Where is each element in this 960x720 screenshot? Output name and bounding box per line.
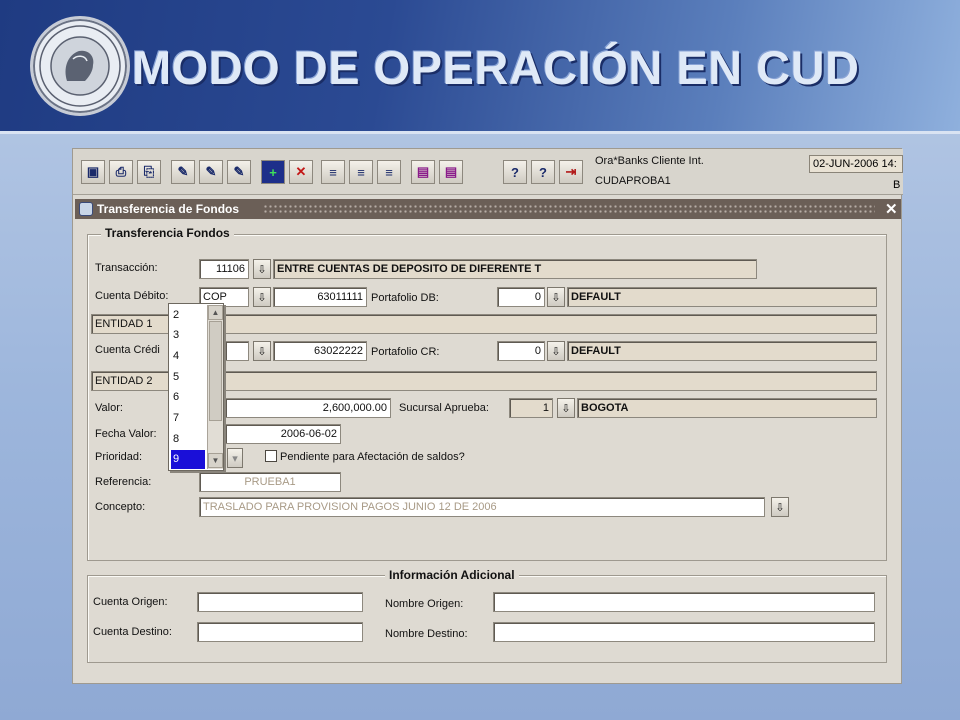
sucursal-lov-button[interactable]: ⇩ [557,398,575,418]
bank-seal-logo [30,16,130,116]
cuenta-debito-label: Cuenta Débito: [95,290,169,302]
concepto-field[interactable]: TRASLADO PARA PROVISION PAGOS JUNIO 12 D… [199,497,765,517]
edit-2-icon[interactable]: ✎ [199,160,223,184]
cuenta-debito-number-field[interactable]: 63011111 [273,287,367,307]
pendiente-checkbox[interactable] [265,450,277,462]
dropdown-option-selected[interactable]: 9 [171,450,205,469]
cuenta-credito-number-field[interactable]: 63022222 [273,341,367,361]
dropdown-scrollbar[interactable]: ▲ ▼ [207,305,223,469]
nombre-destino-label: Nombre Destino: [385,628,468,640]
portafolio-db-desc-field: DEFAULT [567,287,877,307]
portafolio-db-lov-button[interactable]: ⇩ [547,287,565,307]
window-titlebar[interactable]: Transferencia de Fondos ✕ [75,199,901,219]
help-icon[interactable]: ? [503,160,527,184]
valor-label: Valor: [95,402,123,414]
save-icon[interactable]: ▣ [81,160,105,184]
app-name: Ora*Banks Cliente Int. [595,155,704,167]
portafolio-cr-field[interactable]: 0 [497,341,545,361]
transaccion-desc-field: ENTRE CUENTAS DE DEPOSITO DE DIFERENTE T [273,259,757,279]
cuenta-credito-lov-button[interactable]: ⇩ [253,341,271,361]
user-name: CUDAPROBA1 [595,175,671,187]
dropdown-option[interactable]: 8 [171,430,205,449]
sucursal-aprueba-label: Sucursal Aprueba: [399,402,489,414]
nav-3-icon[interactable]: ≡ [377,160,401,184]
referencia-label: Referencia: [95,476,152,488]
window-title: Transferencia de Fondos [97,202,240,216]
dropdown-option[interactable]: 6 [171,388,205,407]
cuenta-destino-label: Cuenta Destino: [93,626,172,638]
dropdown-option[interactable]: 5 [171,368,205,387]
concepto-label: Concepto: [95,501,146,513]
session-date: 02-JUN-2006 14: [809,155,903,173]
cuenta-debito-lov-button[interactable]: ⇩ [253,287,271,307]
scroll-thumb[interactable] [209,321,222,421]
transaccion-lov-button[interactable]: ⇩ [253,259,271,279]
cuenta-origen-field[interactable] [197,592,363,612]
scroll-down-icon[interactable]: ▼ [208,453,223,468]
print-preview-icon[interactable]: ⎘ [137,160,161,184]
nav-1-icon[interactable]: ≡ [321,160,345,184]
dropdown-option[interactable]: 3 [171,326,205,345]
portafolio-cr-desc-field: DEFAULT [567,341,877,361]
group-legend-transferencia: Transferencia Fondos [101,226,234,240]
valor-field[interactable]: 2,600,000.00 [225,398,391,418]
dropdown-option[interactable]: 4 [171,347,205,366]
nav-2-icon[interactable]: ≡ [349,160,373,184]
cuenta-credito-currency-field[interactable] [225,341,249,361]
close-icon[interactable]: ✕ [885,200,898,218]
cuenta-origen-label: Cuenta Origen: [93,596,168,608]
informacion-adicional-group [87,575,887,663]
delete-record-icon[interactable]: ✕ [289,160,313,184]
slide-header: MODO DE OPERACIÓN EN CUD [0,0,960,134]
cuenta-destino-field[interactable] [197,622,363,642]
cuenta-credito-label: Cuenta Crédi [95,344,160,356]
transaccion-label: Transacción: [95,262,158,274]
query-1-icon[interactable]: ▤ [411,160,435,184]
prioridad-dropdown-list[interactable]: 2 3 4 5 6 7 8 9 ▲ ▼ [168,303,224,471]
fecha-valor-label: Fecha Valor: [95,428,157,440]
prioridad-dropdown-arrow[interactable]: ▾ [227,448,243,468]
portafolio-cr-label: Portafolio CR: [371,346,440,358]
transaccion-code-field[interactable]: 11106 [199,259,249,279]
window-icon [79,202,93,216]
new-record-icon[interactable]: + [261,160,285,184]
referencia-field[interactable]: PRUEBA1 [199,472,341,492]
slide-title: MODO DE OPERACIÓN EN CUD [132,41,860,94]
toolbar: ▣ ⎙ ⎘ ✎ ✎ ✎ + ✕ ≡ ≡ ≡ ▤ ▤ ? ? ⇥ Ora*Bank… [73,149,903,195]
portafolio-cr-lov-button[interactable]: ⇩ [547,341,565,361]
query-2-icon[interactable]: ▤ [439,160,463,184]
concepto-lov-button[interactable]: ⇩ [771,497,789,517]
prioridad-label: Prioridad: [95,451,143,463]
pendiente-label: Pendiente para Afectación de saldos? [280,451,465,463]
nombre-origen-field[interactable] [493,592,875,612]
print-icon[interactable]: ⎙ [109,160,133,184]
sucursal-desc-field: BOGOTA [577,398,877,418]
dropdown-option[interactable]: 2 [171,306,205,325]
scroll-up-icon[interactable]: ▲ [208,305,223,320]
nombre-destino-field[interactable] [493,622,875,642]
nombre-origen-label: Nombre Origen: [385,598,464,610]
edit-1-icon[interactable]: ✎ [171,160,195,184]
help-2-icon[interactable]: ? [531,160,555,184]
edit-3-icon[interactable]: ✎ [227,160,251,184]
fecha-valor-field[interactable]: 2006-06-02 [225,424,341,444]
exit-icon[interactable]: ⇥ [559,160,583,184]
titlebar-pattern [263,204,875,213]
group-legend-informacion: Información Adicional [385,568,519,582]
portafolio-db-field[interactable]: 0 [497,287,545,307]
sucursal-field[interactable]: 1 [509,398,553,418]
toolbar-letter: B [893,179,901,191]
portafolio-db-label: Portafolio DB: [371,292,439,304]
dropdown-option[interactable]: 7 [171,409,205,428]
